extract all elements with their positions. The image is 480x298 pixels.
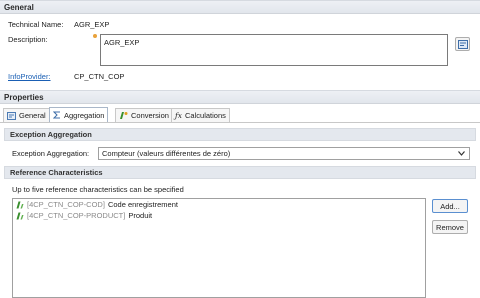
technical-name-label: Technical Name:	[8, 20, 64, 29]
characteristic-tech-name: [4CP_CTN_COP-COD]	[27, 200, 105, 209]
reference-characteristics-header: Reference Characteristics	[4, 166, 476, 179]
general-tab-icon	[7, 111, 16, 120]
conversion-icon	[120, 112, 128, 119]
exception-aggregation-select[interactable]: Compteur (valeurs différentes de zéro)	[98, 147, 470, 160]
general-section-header: General	[0, 0, 480, 14]
characteristic-tech-name: [4CP_CTN_COP-PRODUCT]	[27, 211, 126, 220]
exception-aggregation-value: Compteur (valeurs différentes de zéro)	[102, 149, 231, 158]
list-item[interactable]: [4CP_CTN_COP-COD] Code enregistrement	[13, 199, 425, 210]
required-marker-icon	[93, 34, 97, 38]
properties-section-header: Properties	[0, 90, 480, 104]
description-label: Description:	[8, 35, 48, 44]
sigma-icon	[53, 111, 60, 119]
tab-general-label: General	[19, 111, 46, 120]
exception-aggregation-header: Exception Aggregation	[4, 128, 476, 141]
tab-calculations[interactable]: ƒx Calculations	[171, 108, 230, 122]
remove-button[interactable]: Remove	[432, 220, 468, 234]
description-text: AGR_EXP	[104, 38, 140, 47]
tab-aggregation[interactable]: Aggregation	[49, 107, 109, 122]
characteristic-icon	[16, 212, 24, 219]
tab-conversion-label: Conversion	[131, 111, 169, 120]
characteristic-icon	[16, 201, 24, 208]
exception-aggregation-label: Exception Aggregation:	[12, 149, 90, 158]
tab-aggregation-label: Aggregation	[64, 110, 105, 120]
reference-characteristics-list[interactable]: [4CP_CTN_COP-COD] Code enregistrement [4…	[12, 198, 426, 298]
translate-icon	[457, 39, 468, 49]
description-field[interactable]: AGR_EXP	[100, 34, 448, 66]
characteristic-text: Code enregistrement	[107, 200, 178, 209]
reference-characteristics-hint: Up to five reference characteristics can…	[12, 185, 184, 194]
tab-general[interactable]: General	[3, 108, 50, 122]
list-item[interactable]: [4CP_CTN_COP-PRODUCT] Produit	[13, 210, 425, 221]
technical-name-value: AGR_EXP	[74, 20, 110, 29]
tab-divider	[0, 122, 480, 123]
tab-conversion[interactable]: Conversion	[115, 108, 173, 122]
infoprovider-link[interactable]: InfoProvider:	[8, 72, 51, 81]
fx-icon: ƒx	[175, 111, 183, 120]
translate-button[interactable]	[455, 37, 470, 51]
add-button[interactable]: Add...	[432, 199, 468, 213]
infoprovider-value: CP_CTN_COP	[74, 72, 125, 81]
tab-calculations-label: Calculations	[185, 111, 226, 120]
characteristic-text: Produit	[128, 211, 153, 220]
chevron-down-icon	[458, 151, 465, 156]
